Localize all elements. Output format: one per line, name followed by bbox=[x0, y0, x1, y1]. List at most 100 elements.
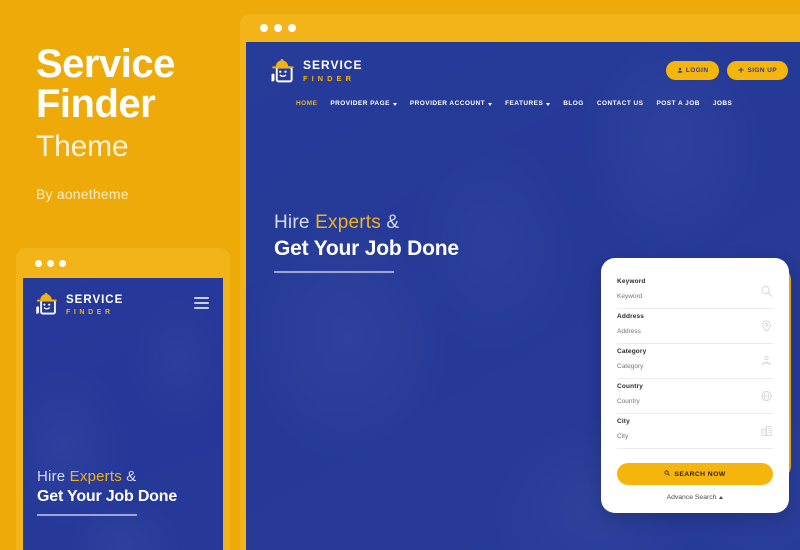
main-navigation: HOME PROVIDER PAGE PROVIDER ACCOUNT FEAT… bbox=[246, 84, 800, 107]
window-dot-green bbox=[59, 259, 66, 267]
globe-icon bbox=[760, 390, 773, 403]
category-label: Category bbox=[617, 348, 647, 355]
user-icon bbox=[677, 67, 683, 73]
auth-buttons: LOGIN SIGN UP bbox=[665, 60, 788, 80]
search-icon bbox=[664, 470, 671, 478]
search-now-label: SEARCH NOW bbox=[674, 470, 726, 478]
nav-item-features[interactable]: FEATURES bbox=[505, 100, 551, 107]
nav-item-provider-page[interactable]: PROVIDER PAGE bbox=[330, 100, 397, 107]
advance-search-link[interactable]: Advance Search bbox=[617, 494, 773, 501]
promo-title-line-1: Service bbox=[36, 42, 175, 86]
mobile-logo-text: SERVICE FINDER bbox=[66, 291, 123, 316]
search-card: Keyword Address bbox=[601, 258, 789, 513]
window-dot-yellow bbox=[274, 24, 282, 32]
nav-label: JOBS bbox=[712, 100, 733, 107]
browser-viewport: SERVICE FINDER LOGIN SIGN UP HOME PROVID… bbox=[246, 42, 800, 550]
hero-line-2: Get Your Job Done bbox=[274, 237, 459, 260]
mobile-hero-plain: Hire bbox=[37, 468, 70, 485]
mobile-navbar: SERVICE FINDER bbox=[23, 278, 223, 328]
address-input[interactable] bbox=[617, 328, 751, 335]
search-icon bbox=[760, 285, 773, 298]
search-now-button[interactable]: SEARCH NOW bbox=[617, 463, 773, 485]
window-dot-yellow bbox=[47, 259, 54, 267]
hero-plain: Hire bbox=[274, 212, 316, 233]
mobile-hero-highlight: Experts bbox=[69, 468, 122, 485]
site-logo-text: SERVICE FINDER bbox=[303, 57, 362, 83]
city-label: City bbox=[617, 418, 630, 425]
mobile-hero-divider bbox=[37, 514, 137, 516]
category-input[interactable] bbox=[617, 363, 751, 370]
nav-label: FEATURES bbox=[505, 100, 544, 107]
keyword-label: Keyword bbox=[617, 278, 646, 285]
nav-label: BLOG bbox=[563, 100, 584, 107]
address-label: Address bbox=[617, 313, 645, 320]
chevron-down-icon bbox=[392, 103, 397, 106]
category-person-icon bbox=[760, 355, 773, 368]
header-top-row: SERVICE FINDER LOGIN SIGN UP bbox=[246, 42, 800, 84]
hardhat-worker-icon bbox=[33, 290, 59, 316]
promo-byline: By aonetheme bbox=[36, 185, 129, 202]
hero-text-block: Hire Experts & Get Your Job Done bbox=[274, 212, 534, 273]
hero-divider bbox=[274, 271, 394, 273]
mobile-logo[interactable]: SERVICE FINDER bbox=[33, 290, 123, 316]
browser-titlebar bbox=[246, 14, 800, 42]
search-field-keyword[interactable]: Keyword bbox=[617, 274, 773, 309]
nav-item-home[interactable]: HOME bbox=[296, 100, 317, 107]
nav-label: PROVIDER PAGE bbox=[330, 100, 390, 107]
promo-title-line-2: Finder bbox=[36, 82, 156, 126]
country-input[interactable] bbox=[617, 398, 751, 405]
nav-label: HOME bbox=[296, 100, 318, 107]
promo-title: Service Finder bbox=[36, 44, 246, 124]
window-dot-red bbox=[35, 259, 42, 267]
country-label: Country bbox=[617, 383, 643, 390]
chevron-up-icon bbox=[719, 496, 724, 499]
brand-name: SERVICE bbox=[66, 293, 124, 306]
advance-search-label: Advance Search bbox=[666, 494, 717, 501]
brand-tagline: FINDER bbox=[66, 308, 114, 316]
site-header: SERVICE FINDER LOGIN SIGN UP HOME PROVID… bbox=[246, 42, 800, 107]
login-button[interactable]: LOGIN bbox=[665, 60, 720, 80]
signup-button[interactable]: SIGN UP bbox=[727, 60, 788, 80]
nav-label: PROVIDER ACCOUNT bbox=[409, 100, 486, 107]
mobile-hero-text: Hire Experts & Get Your Job Done bbox=[37, 468, 217, 516]
window-dot-green bbox=[288, 24, 296, 32]
nav-item-blog[interactable]: BLOG bbox=[563, 100, 584, 107]
mobile-hero-line-1: Hire Experts & bbox=[37, 468, 217, 485]
nav-item-jobs[interactable]: JOBS bbox=[713, 100, 733, 107]
city-input[interactable] bbox=[617, 433, 751, 440]
chevron-down-icon bbox=[546, 103, 551, 106]
brand-tagline: FINDER bbox=[303, 74, 355, 84]
nav-item-provider-account[interactable]: PROVIDER ACCOUNT bbox=[409, 100, 493, 107]
hero-line-1: Hire Experts & bbox=[274, 212, 534, 234]
building-icon bbox=[760, 425, 773, 438]
search-field-city[interactable]: City bbox=[617, 414, 773, 449]
mobile-screen: SERVICE FINDER Hire Experts & Get Your J… bbox=[23, 278, 223, 550]
hamburger-icon[interactable] bbox=[194, 297, 209, 309]
hardhat-worker-icon bbox=[268, 56, 296, 84]
search-field-category[interactable]: Category bbox=[617, 344, 773, 379]
mobile-mockup: SERVICE FINDER Hire Experts & Get Your J… bbox=[16, 248, 230, 550]
promo-text-block: Service Finder Theme By aonetheme bbox=[36, 44, 246, 202]
nav-item-contact-us[interactable]: CONTACT US bbox=[597, 100, 644, 107]
nav-label: POST A JOB bbox=[656, 100, 700, 107]
nav-label: CONTACT US bbox=[596, 100, 644, 107]
plus-icon bbox=[738, 67, 745, 73]
promo-subtitle: Theme bbox=[36, 130, 129, 163]
login-button-label: LOGIN bbox=[685, 66, 709, 74]
nav-item-post-a-job[interactable]: POST A JOB bbox=[656, 100, 699, 107]
signup-button-label: SIGN UP bbox=[747, 66, 777, 74]
brand-name: SERVICE bbox=[303, 58, 363, 73]
promo-banner: Service Finder Theme By aonetheme SERVIC… bbox=[0, 0, 800, 550]
mobile-window-titlebar bbox=[23, 248, 223, 278]
hero-highlight: Experts bbox=[315, 212, 381, 233]
search-field-country[interactable]: Country bbox=[617, 379, 773, 414]
chevron-down-icon bbox=[488, 103, 493, 106]
desktop-mockup: SERVICE FINDER LOGIN SIGN UP HOME PROVID… bbox=[240, 14, 800, 550]
site-logo[interactable]: SERVICE FINDER bbox=[268, 56, 362, 84]
keyword-input[interactable] bbox=[617, 293, 751, 300]
hero-tail: & bbox=[380, 212, 400, 233]
mobile-hero-tail: & bbox=[121, 468, 137, 485]
map-pin-icon bbox=[760, 320, 773, 333]
search-field-address[interactable]: Address bbox=[617, 309, 773, 344]
search-panel: Keyword Address bbox=[601, 258, 791, 513]
